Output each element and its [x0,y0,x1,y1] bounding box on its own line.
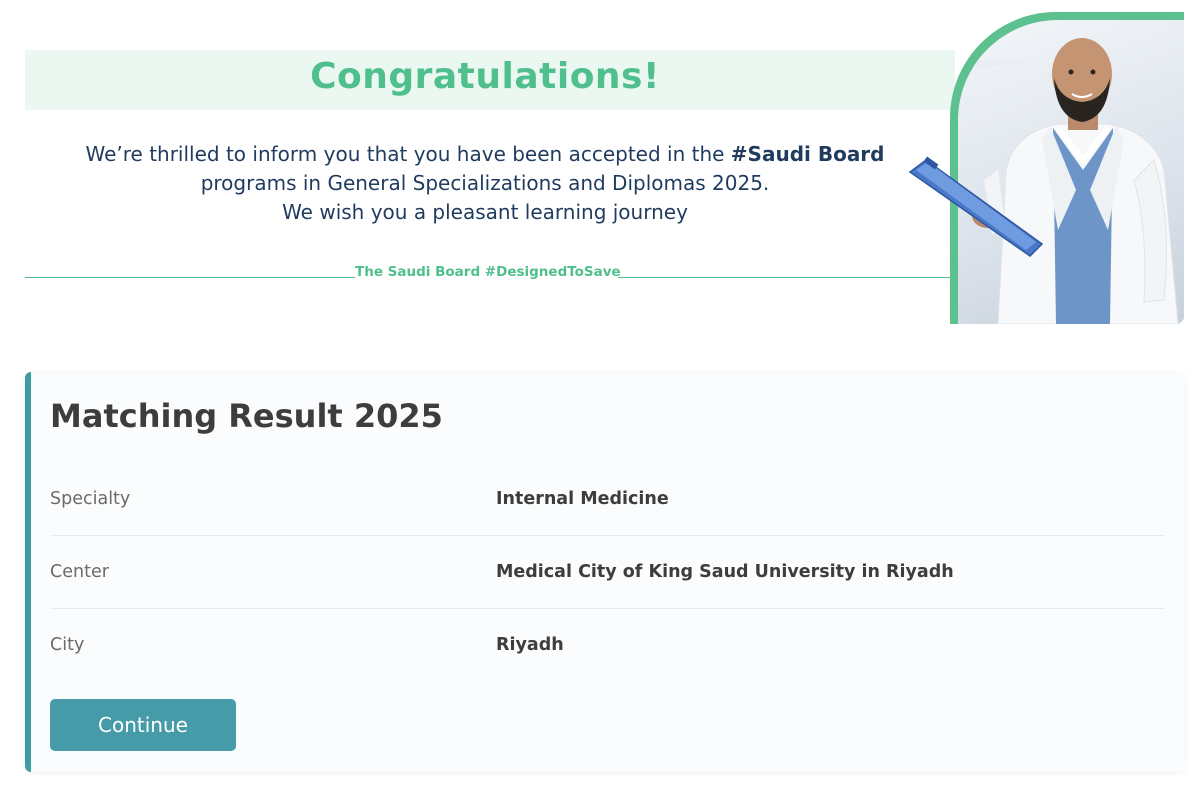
result-row-city: City Riyadh [50,609,1165,682]
ceiling-light [968,60,1028,66]
matching-result-card: Matching Result 2025 Specialty Internal … [25,372,1185,772]
continue-button[interactable]: Continue [50,699,236,751]
specialty-value: Internal Medicine [496,489,669,509]
saudi-board-hashtag: #Saudi Board [730,142,885,166]
page: Congratulations! We’re thrilled to infor… [0,0,1200,796]
specialty-label: Specialty [50,489,131,509]
message-line-2: programs in General Specializations and … [200,171,770,195]
page-title: Congratulations! [310,56,660,97]
eye [1090,69,1096,75]
divider-line-left [25,277,355,278]
message-line-1-text: We’re thrilled to inform you that you ha… [85,142,731,166]
tagline-divider: The Saudi Board #DesignedToSave [25,262,950,284]
card-title: Matching Result 2025 [50,397,443,435]
ceiling-light [1118,50,1168,56]
doctor-photo [958,20,1184,324]
city-label: City [50,635,85,655]
message-line-1: We’re thrilled to inform you that you ha… [25,140,945,169]
center-value: Medical City of King Saud University in … [496,562,954,582]
city-value: Riyadh [496,635,564,655]
eye [1068,69,1074,75]
message-line-3: We wish you a pleasant learning journey [282,200,688,224]
tagline: The Saudi Board #DesignedToSave [355,264,621,280]
doctor-illustration [968,38,1179,324]
result-row-center: Center Medical City of King Saud Univers… [50,536,1165,609]
center-label: Center [50,562,109,582]
acceptance-message: We’re thrilled to inform you that you ha… [25,140,945,227]
result-row-specialty: Specialty Internal Medicine [50,463,1165,536]
divider-line-right [618,277,950,278]
